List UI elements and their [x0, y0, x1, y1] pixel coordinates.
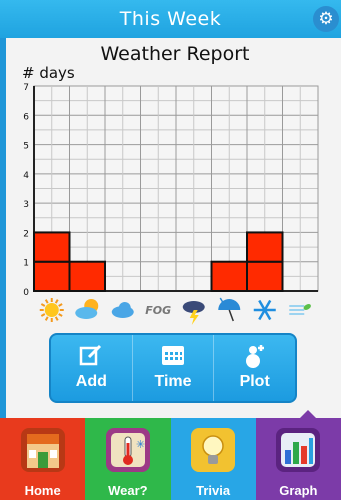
plot-label: Plot [239, 373, 270, 390]
tab-home-label: Home [24, 483, 61, 498]
umbrella-rain-icon [218, 297, 241, 322]
gear-icon[interactable]: ⚙ [313, 6, 339, 32]
sun-disc [44, 303, 59, 317]
snowflake-icon [253, 299, 276, 321]
category-icons: FOG [39, 297, 311, 325]
fog-text: FOG [145, 304, 171, 317]
sun-ray [44, 316, 49, 321]
tab-bar: Home ✳ Wear? Trivia Graph [0, 418, 341, 500]
tab-trivia[interactable]: Trivia [170, 418, 256, 500]
weather-chart: Weather Report # days 0 1 2 3 4 5 6 7 FOG [22, 43, 319, 325]
bar-rain [210, 260, 248, 292]
sun-ray [40, 313, 46, 317]
wind-icon [289, 304, 311, 315]
sun-ray [58, 303, 63, 307]
y-tick-label: 3 [23, 200, 29, 210]
thermometer-icon: ✳ [105, 428, 150, 472]
y-tick-label: 6 [23, 112, 29, 122]
edit-icon [51, 343, 132, 369]
tab-graph[interactable]: Graph [255, 418, 341, 500]
bar-partly-cloudy [68, 260, 106, 292]
tab-graph-label: Graph [279, 483, 318, 498]
sun-ray [44, 299, 49, 304]
cloud-puff [118, 302, 131, 314]
bar-graph-icon [276, 428, 321, 472]
calendar-icon [133, 343, 214, 369]
time-button[interactable]: Time [133, 335, 215, 401]
bar-snow [246, 231, 284, 263]
house-icon [20, 428, 65, 472]
sun-ray [40, 303, 46, 307]
tab-trivia-label: Trivia [196, 483, 231, 498]
tab-wear[interactable]: ✳ Wear? [85, 418, 171, 500]
add-label: Add [75, 373, 107, 390]
svg-text:✳: ✳ [136, 438, 145, 451]
tab-home[interactable]: Home [0, 418, 86, 500]
y-tick-labels: 0 1 2 3 4 5 6 7 [23, 83, 29, 298]
y-tick-label: 1 [23, 259, 29, 269]
y-tick-label: 0 [23, 288, 29, 298]
thunderstorm-icon [182, 301, 205, 325]
cloud-shape [75, 307, 98, 319]
tab-wear-label: Wear? [108, 483, 148, 498]
sun-icon [39, 298, 64, 322]
bar-snow [246, 260, 284, 292]
sun-ray [54, 299, 59, 304]
bar-sunny [33, 231, 71, 263]
page-title: This Week [119, 8, 222, 30]
bar-sunny [33, 260, 71, 292]
add-button[interactable]: Add [51, 335, 133, 401]
sun-ray [54, 316, 59, 321]
y-tick-label: 4 [23, 171, 29, 181]
lightbulb-icon [191, 428, 236, 472]
fog-icon: FOG [145, 304, 171, 317]
time-label: Time [154, 373, 192, 390]
chart-title: Weather Report [100, 43, 249, 65]
umbrella-handle [228, 309, 234, 322]
title-bar: This Week ⚙ [0, 0, 341, 38]
cloud-icon [111, 302, 134, 318]
plot-button[interactable]: Plot [214, 335, 295, 401]
y-tick-label: 2 [23, 229, 29, 239]
y-tick-label: 5 [23, 142, 29, 152]
y-tick-label: 7 [23, 83, 29, 93]
plot-person-icon [214, 343, 295, 369]
sun-ray [58, 313, 63, 317]
y-axis-label: # days [22, 64, 75, 82]
action-bar: Add Time Plot [49, 333, 297, 403]
partly-cloudy-icon [75, 299, 99, 319]
